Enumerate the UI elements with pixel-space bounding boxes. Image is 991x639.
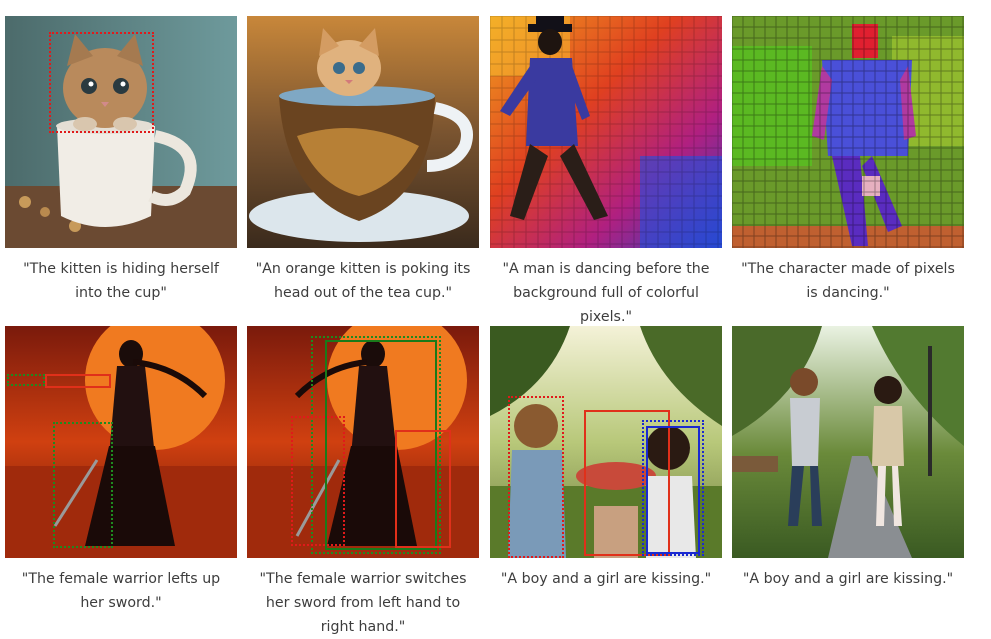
caption: "A man is dancing before the background … [502,261,710,325]
card-man-dancing: "A man is dancing before the background … [490,16,722,329]
warrior-switch-image [247,326,479,558]
caption: "A boy and a girl are kissing." [742,571,954,587]
card-warrior-lifts: "The female warrior lefts up her sword." [5,326,237,615]
bbox-green-left [7,374,45,386]
caption: "The character made of pixels is dancing… [741,261,955,301]
caption: "The female warrior lefts up her sword." [21,571,221,611]
bbox-red-left [291,416,345,546]
boy-girl-garden-image [490,326,722,558]
caption: "An orange kitten is poking its head out… [255,261,471,301]
bbox-green-warrior [53,422,113,548]
card-kitten-poking: "An orange kitten is poking its head out… [247,16,479,305]
bbox-kitten [49,32,154,133]
dancing-man-image [490,16,722,248]
warrior-sunset-image [5,326,237,558]
kitten-tea-cup-image [247,16,479,248]
caption: "The female warrior switches her sword f… [259,571,467,635]
bbox-blue-girl [646,426,700,554]
bbox-red-boy [508,396,564,558]
boy-girl-park-image [732,326,964,558]
bbox-red-sword [45,374,111,388]
card-kissing-garden: "A boy and a girl are kissing." [490,326,722,591]
caption: "The kitten is hiding herself into the c… [23,261,219,301]
card-pixel-character: "The character made of pixels is dancing… [732,16,964,305]
caption: "A boy and a girl are kissing." [500,571,712,587]
kitten-in-cup-image [5,16,237,248]
card-warrior-switches: "The female warrior switches her sword f… [247,326,479,639]
bbox-red-right [395,430,451,548]
card-kissing-park: "A boy and a girl are kissing." [732,326,964,591]
card-kitten-hiding: "The kitten is hiding herself into the c… [5,16,237,305]
pixel-character-image [732,16,964,248]
